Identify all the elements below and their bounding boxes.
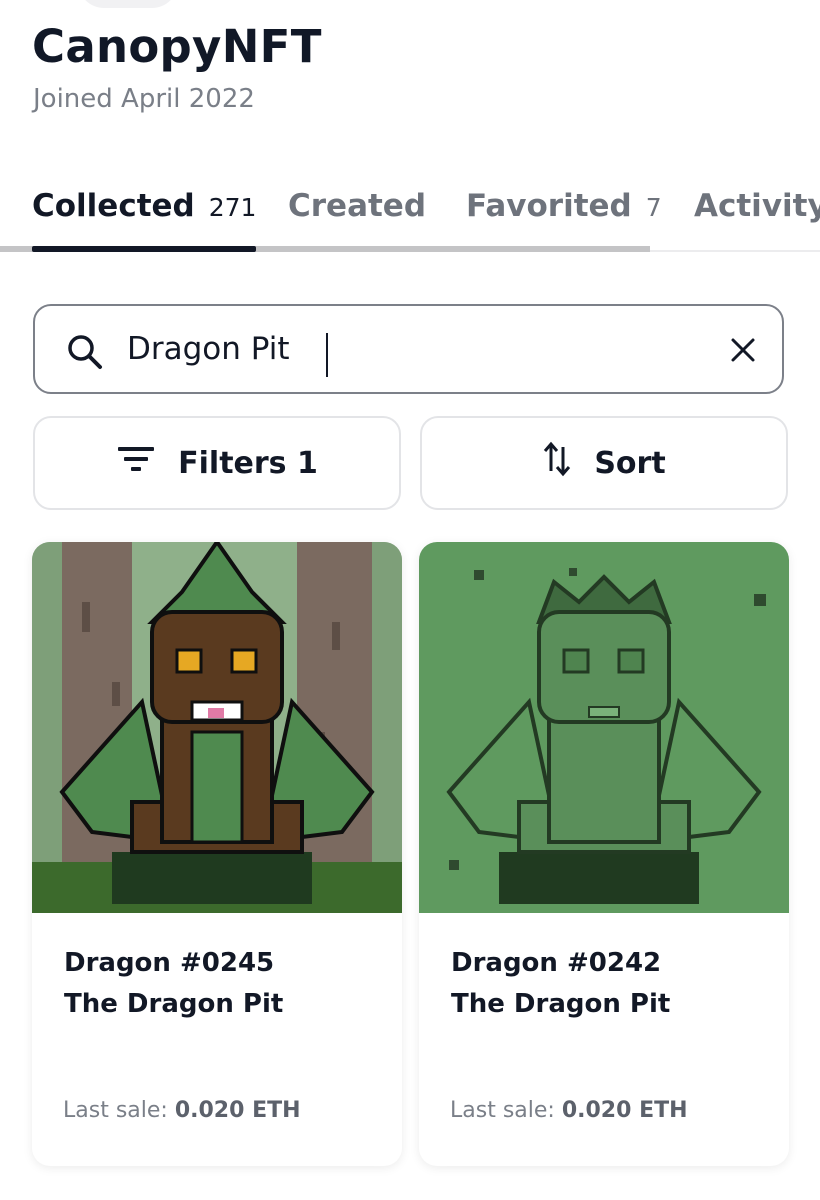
text-caret	[326, 333, 328, 377]
sort-arrows-icon	[542, 441, 572, 485]
tab-count: 7	[645, 193, 662, 222]
last-sale-price: 0.020 ETH	[174, 1098, 301, 1123]
last-sale: Last sale: 0.020 ETH	[450, 1098, 688, 1123]
search-icon	[65, 332, 105, 376]
search-input[interactable]	[127, 324, 687, 374]
last-sale-price: 0.020 ETH	[561, 1098, 688, 1123]
search-box[interactable]	[33, 304, 784, 394]
joined-date: Joined April 2022	[33, 84, 255, 114]
nft-card[interactable]: Dragon #0245 The Dragon Pit Last sale: 0…	[32, 542, 402, 1166]
tab-count: 271	[208, 193, 257, 222]
profile-name: CanopyNFT	[32, 20, 322, 73]
tab-favorited[interactable]: Favorited 7	[466, 188, 662, 224]
nft-collection: The Dragon Pit	[64, 989, 284, 1019]
nft-name: Dragon #0245	[64, 948, 275, 978]
filters-button[interactable]: Filters 1	[33, 416, 401, 510]
avatar[interactable]	[78, 0, 178, 8]
tab-label: Created	[288, 188, 427, 224]
active-tab-indicator	[32, 246, 256, 252]
filter-icon	[116, 444, 156, 482]
profile-tabs: Collected 271 Created Favorited 7 Activity	[0, 180, 820, 256]
nft-image	[32, 542, 402, 913]
tab-collected[interactable]: Collected 271	[32, 188, 256, 224]
tab-activity[interactable]: Activity	[694, 188, 820, 224]
nft-card[interactable]: Dragon #0242 The Dragon Pit Last sale: 0…	[419, 542, 789, 1166]
tab-divider	[650, 250, 820, 252]
last-sale: Last sale: 0.020 ETH	[63, 1098, 301, 1123]
nft-name: Dragon #0242	[451, 948, 662, 978]
sort-button[interactable]: Sort	[420, 416, 788, 510]
tab-label: Favorited	[466, 188, 632, 224]
tab-created[interactable]: Created	[288, 188, 426, 224]
nft-image	[419, 542, 789, 913]
sort-label: Sort	[594, 445, 666, 481]
nft-collection: The Dragon Pit	[451, 989, 671, 1019]
last-sale-label: Last sale:	[450, 1098, 555, 1123]
last-sale-label: Last sale:	[63, 1098, 168, 1123]
filters-label: Filters 1	[178, 445, 318, 481]
close-icon[interactable]	[728, 335, 758, 369]
tab-label: Activity	[694, 188, 820, 224]
tab-label: Collected	[32, 188, 195, 224]
